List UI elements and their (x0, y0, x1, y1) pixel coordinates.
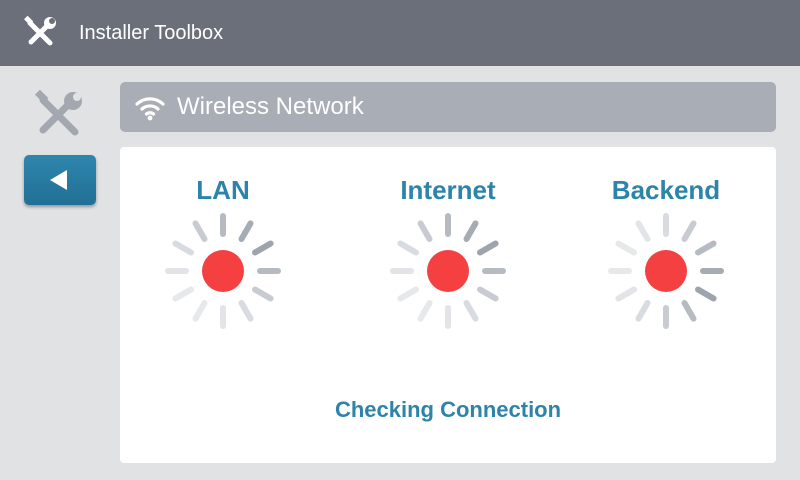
spinner-spoke (695, 286, 717, 302)
spinner-spoke (397, 286, 419, 302)
top-bar: Installer Toolbox (0, 0, 800, 66)
section-header: Wireless Network (120, 82, 776, 132)
back-button[interactable] (24, 155, 96, 205)
status-dot (427, 250, 469, 292)
status-backend: Backend (591, 173, 741, 331)
status-dot (645, 250, 687, 292)
spinner-spoke (681, 300, 697, 322)
back-arrow-icon (49, 170, 67, 190)
spinner-icon (390, 213, 506, 329)
connection-panel: LAN Internet Backend Checking Connection (120, 147, 776, 463)
spinner-spoke (463, 220, 479, 242)
status-message: Checking Connection (334, 397, 562, 422)
section-title: Wireless Network (177, 93, 364, 120)
wifi-icon (135, 97, 165, 121)
spinner-spoke (252, 286, 274, 302)
status-label-backend: Backend (611, 175, 721, 205)
spinner-spoke (635, 220, 651, 242)
spinner-spoke (192, 300, 208, 322)
spinner-spoke (477, 286, 499, 302)
status-lan: LAN (148, 173, 298, 331)
app-title: Installer Toolbox (79, 22, 224, 44)
spinner-spoke (417, 300, 433, 322)
status-dot (202, 250, 244, 292)
spinner-spoke (615, 286, 637, 302)
spinner-icon (608, 213, 724, 329)
spinner-icon (165, 213, 281, 329)
spinner-spoke (463, 300, 479, 322)
spinner-spoke (238, 300, 254, 322)
spinner-spoke (252, 240, 274, 256)
spinner-spoke (615, 240, 637, 256)
spinner-spoke (695, 240, 717, 256)
spinner-spoke (192, 220, 208, 242)
spinner-spoke (477, 240, 499, 256)
status-label-internet: Internet (400, 175, 496, 205)
tools-icon (34, 90, 82, 136)
spinner-spoke (238, 220, 254, 242)
status-internet: Internet (373, 173, 523, 331)
spinner-spoke (681, 220, 697, 242)
status-label-lan: LAN (196, 175, 250, 205)
spinner-spoke (172, 240, 194, 256)
spinner-spoke (635, 300, 651, 322)
spinner-spoke (172, 286, 194, 302)
spinner-spoke (417, 220, 433, 242)
spinner-spoke (397, 240, 419, 256)
tools-icon (24, 15, 56, 46)
